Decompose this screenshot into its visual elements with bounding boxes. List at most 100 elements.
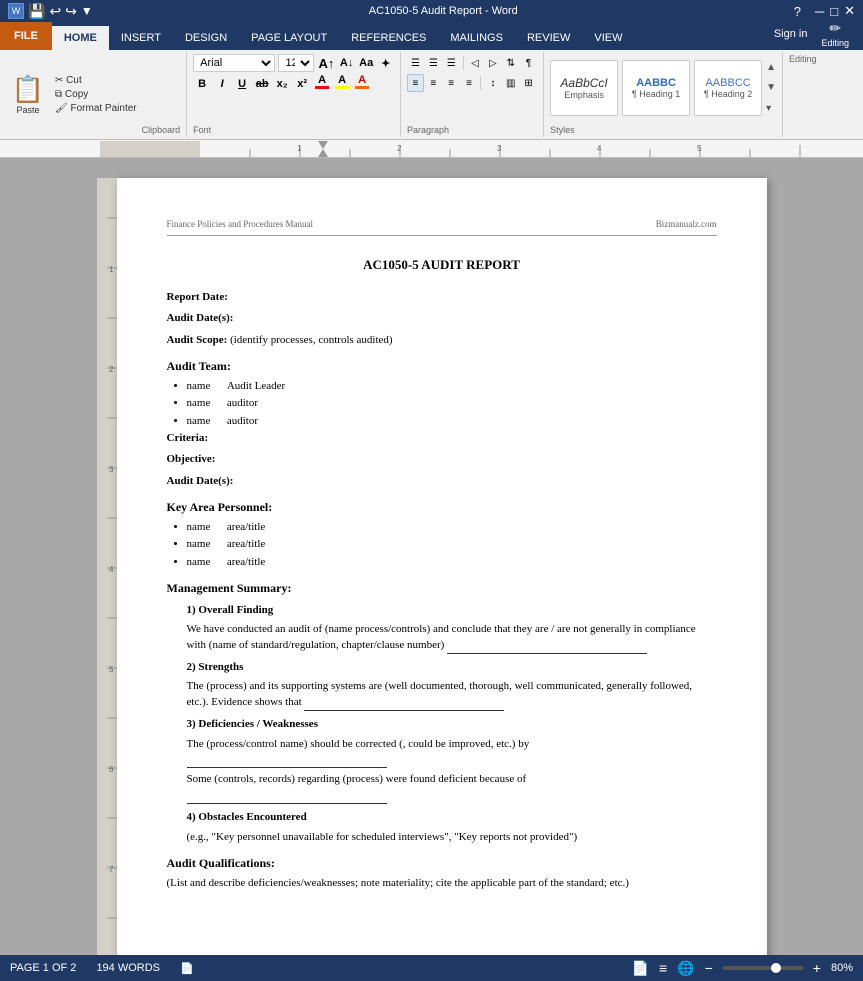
strikethrough-button[interactable]: ab [253, 75, 271, 93]
section-3-blank1[interactable] [187, 752, 387, 768]
section-2-title[interactable]: 2) Strengths [187, 660, 717, 675]
audit-scope-field[interactable]: Audit Scope: (identify processes, contro… [167, 333, 717, 348]
key-area-item-2[interactable]: name area/title [187, 537, 717, 552]
styles-scroll-up[interactable]: ▲ [766, 62, 776, 73]
section-2-text[interactable]: The (process) and its supporting systems… [187, 679, 717, 711]
window-controls: ? ─ □ ✕ [794, 3, 855, 19]
bullets-button[interactable]: ☰ [407, 54, 424, 72]
audit-team-item-3[interactable]: name auditor [187, 414, 717, 429]
section-1-text[interactable]: We have conducted an audit of (name proc… [187, 622, 717, 654]
minimize-button[interactable]: ─ [815, 4, 824, 19]
section-1-title[interactable]: 1) Overall Finding [187, 603, 717, 618]
tab-home[interactable]: HOME [52, 26, 109, 50]
borders-button[interactable]: ⊞ [520, 74, 537, 92]
sign-in-link[interactable]: Sign in [774, 28, 808, 40]
underline-button[interactable]: U [233, 75, 251, 93]
section-1-blank[interactable] [447, 638, 647, 654]
quick-save[interactable]: 💾 [28, 3, 45, 20]
quick-customize[interactable]: ▼ [81, 4, 93, 18]
audit-date2-field[interactable]: Audit Date(s): [167, 474, 717, 489]
multilevel-button[interactable]: ☰ [443, 54, 460, 72]
style-item-heading2[interactable]: AABBCC ¶ Heading 2 [694, 60, 762, 116]
key-area-item-3[interactable]: name area/title [187, 555, 717, 570]
audit-dates-field[interactable]: Audit Date(s): [167, 311, 717, 326]
tab-view[interactable]: VIEW [582, 26, 634, 50]
center-button[interactable]: ≡ [425, 74, 442, 92]
paste-button[interactable]: 📋 Paste [6, 54, 50, 135]
tab-design[interactable]: DESIGN [173, 26, 239, 50]
justify-button[interactable]: ≡ [461, 74, 478, 92]
section-3-title[interactable]: 3) Deficiencies / Weaknesses [187, 717, 717, 732]
criteria-field[interactable]: Criteria: [167, 431, 717, 446]
style-item-heading1[interactable]: AABBC ¶ Heading 1 [622, 60, 690, 116]
audit-team-item-2[interactable]: name auditor [187, 396, 717, 411]
audit-team-section[interactable]: Audit Team: [167, 358, 717, 375]
audit-qual-section[interactable]: Audit Qualifications: [167, 855, 717, 872]
view-print-icon[interactable]: 📄 [632, 960, 649, 977]
document-area[interactable]: 1 2 3 4 5 6 7 8 Finance Policies a [0, 158, 863, 955]
view-web-icon[interactable]: 🌐 [677, 960, 694, 977]
bold-button[interactable]: B [193, 75, 211, 93]
section-2-blank[interactable] [304, 695, 504, 711]
font-size-select[interactable]: 12 [278, 54, 314, 72]
document-icon[interactable]: 📄 [180, 962, 194, 975]
clear-format-button[interactable]: ✦ [377, 54, 394, 72]
grow-font-button[interactable]: A↑ [317, 54, 335, 72]
zoom-slider[interactable] [723, 966, 803, 970]
section-4-text[interactable]: (e.g., "Key personnel unavailable for sc… [187, 830, 717, 845]
highlight-button[interactable]: A [333, 74, 351, 94]
font-name-select[interactable]: Arial [193, 54, 275, 72]
section-3-text1[interactable]: The (process/control name) should be cor… [187, 737, 717, 769]
increase-indent-button[interactable]: ▷ [484, 54, 501, 72]
section-deficiencies: 3) Deficiencies / Weaknesses The (proces… [187, 717, 717, 804]
text-shading-button[interactable]: A [353, 74, 371, 94]
tab-file[interactable]: FILE [0, 22, 52, 50]
sort-button[interactable]: ⇅ [502, 54, 519, 72]
italic-button[interactable]: I [213, 75, 231, 93]
maximize-button[interactable]: □ [830, 4, 838, 19]
section-4-title[interactable]: 4) Obstacles Encountered [187, 810, 717, 825]
document-title[interactable]: AC1050-5 AUDIT REPORT [167, 256, 717, 274]
styles-scroll-down[interactable]: ▼ [766, 82, 776, 93]
key-area-section[interactable]: Key Area Personnel: [167, 499, 717, 516]
audit-team-item-1[interactable]: name Audit Leader [187, 379, 717, 394]
shrink-font-button[interactable]: A↓ [338, 54, 355, 72]
quick-redo[interactable]: ↪ [65, 3, 77, 20]
zoom-thumb[interactable] [771, 963, 781, 973]
show-hide-button[interactable]: ¶ [520, 54, 537, 72]
styles-more[interactable]: ▾ [766, 103, 776, 114]
superscript-button[interactable]: x² [293, 75, 311, 93]
tab-page-layout[interactable]: PAGE LAYOUT [239, 26, 339, 50]
zoom-plus-button[interactable]: + [813, 960, 821, 976]
close-button[interactable]: ✕ [844, 3, 855, 19]
line-spacing-button[interactable]: ↕ [484, 74, 501, 92]
objective-field[interactable]: Objective: [167, 452, 717, 467]
help-button[interactable]: ? [794, 4, 801, 19]
mgmt-summary-section[interactable]: Management Summary: [167, 580, 717, 597]
font-color-button[interactable]: A [313, 74, 331, 94]
section-3-text2[interactable]: Some (controls, records) regarding (proc… [187, 772, 717, 804]
report-date-field[interactable]: Report Date: [167, 290, 717, 305]
key-area-item-1[interactable]: name area/title [187, 520, 717, 535]
copy-button[interactable]: ⧉ Copy [52, 88, 140, 101]
document-page[interactable]: Finance Policies and Procedures Manual B… [117, 178, 767, 955]
decrease-indent-button[interactable]: ◁ [467, 54, 484, 72]
tab-references[interactable]: REFERENCES [339, 26, 438, 50]
cut-button[interactable]: ✂ Cut [52, 74, 140, 87]
quick-undo[interactable]: ↩ [49, 3, 61, 20]
zoom-minus-button[interactable]: − [705, 960, 713, 976]
shading-button[interactable]: ▥ [502, 74, 519, 92]
align-left-button[interactable]: ≡ [407, 74, 424, 92]
align-right-button[interactable]: ≡ [443, 74, 460, 92]
tab-mailings[interactable]: MAILINGS [438, 26, 515, 50]
audit-qual-text[interactable]: (List and describe deficiencies/weakness… [167, 876, 717, 891]
subscript-button[interactable]: x₂ [273, 75, 291, 93]
tab-review[interactable]: REVIEW [515, 26, 582, 50]
section-3-blank2[interactable] [187, 788, 387, 804]
tab-insert[interactable]: INSERT [109, 26, 173, 50]
numbering-button[interactable]: ☰ [425, 54, 442, 72]
format-painter-button[interactable]: 🖌 Format Painter [52, 102, 140, 115]
view-read-icon[interactable]: ≡ [659, 960, 667, 976]
change-case-button[interactable]: Aa [358, 54, 375, 72]
style-item-emphasis[interactable]: AaBbCcI Emphasis [550, 60, 618, 116]
